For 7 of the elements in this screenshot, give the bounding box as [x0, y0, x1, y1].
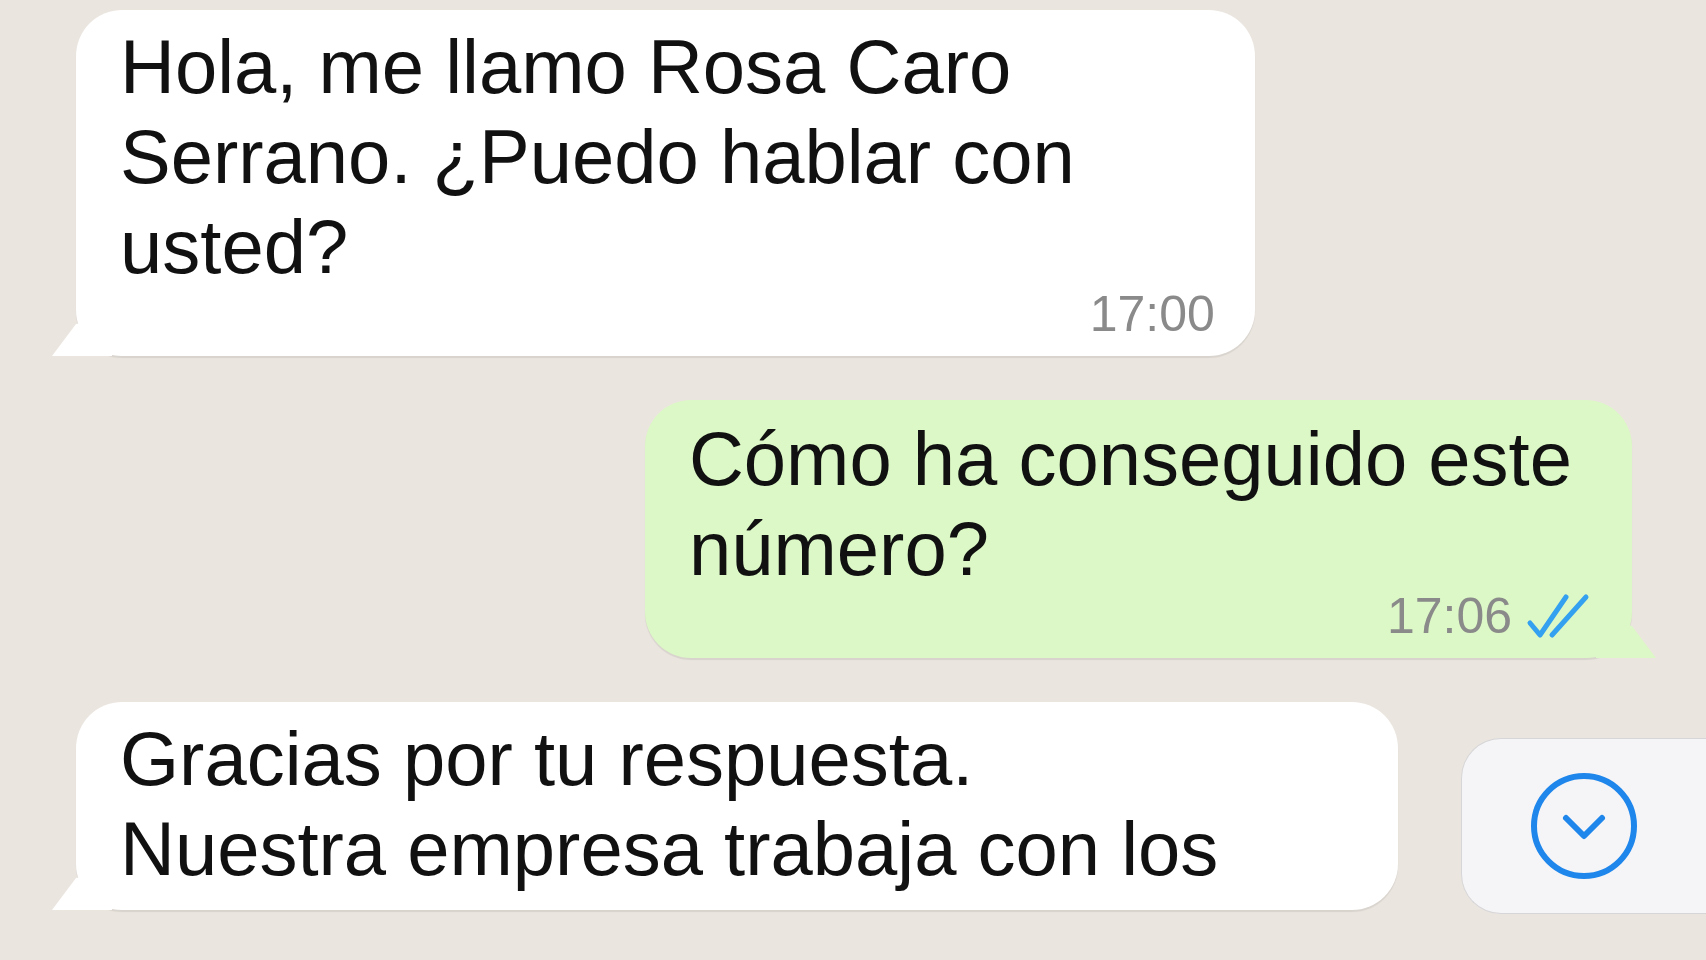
message-text: Hola, me llamo Rosa Caro Serrano. ¿Puedo hablar con usted?: [120, 23, 1075, 291]
chevron-down-circle-icon: [1528, 770, 1640, 882]
scroll-down-button[interactable]: [1461, 738, 1706, 914]
message-time: 17:06: [1386, 590, 1512, 642]
message-text: Cómo ha conseguido este número?: [688, 415, 1572, 593]
message-time: 17:00: [1089, 288, 1215, 340]
message-text: Gracias por tu respuesta. Nuestra empresa trabaja con los: [120, 715, 1219, 893]
